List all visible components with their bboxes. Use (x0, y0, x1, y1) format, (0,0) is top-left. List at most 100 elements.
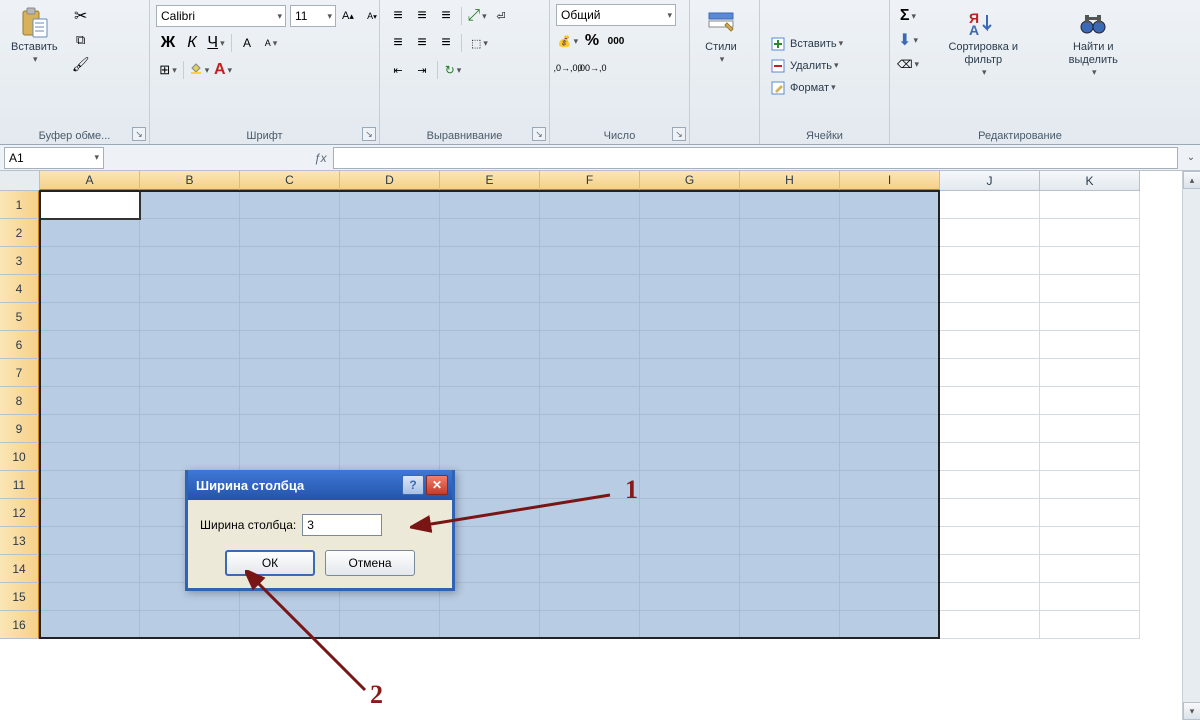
cell[interactable] (40, 303, 140, 331)
copy-button[interactable]: ⧉ (70, 29, 92, 51)
row-header[interactable]: 8 (0, 387, 40, 415)
cell[interactable] (740, 583, 840, 611)
cell[interactable] (740, 443, 840, 471)
cell[interactable] (1040, 415, 1140, 443)
cell[interactable] (440, 219, 540, 247)
cell[interactable] (240, 415, 340, 443)
cell[interactable] (1040, 331, 1140, 359)
underline-button[interactable]: Ч▾ (205, 32, 227, 54)
cell[interactable] (1040, 303, 1140, 331)
row-header[interactable]: 14 (0, 555, 40, 583)
align-center-button[interactable]: ≡ (411, 32, 433, 54)
cell[interactable] (640, 387, 740, 415)
formula-input[interactable] (333, 147, 1178, 169)
cell[interactable] (540, 583, 640, 611)
cell[interactable] (740, 471, 840, 499)
accounting-format-button[interactable]: 💰▾ (557, 30, 579, 52)
column-header[interactable]: J (940, 171, 1040, 191)
cell[interactable] (340, 443, 440, 471)
cell[interactable] (540, 275, 640, 303)
cell[interactable] (240, 303, 340, 331)
cell[interactable] (340, 191, 440, 219)
cell[interactable] (40, 443, 140, 471)
cell[interactable] (540, 527, 640, 555)
cell[interactable] (740, 275, 840, 303)
borders-button[interactable]: ⊞▾ (157, 59, 179, 81)
cell[interactable] (940, 611, 1040, 639)
cell[interactable] (40, 499, 140, 527)
cell[interactable] (40, 611, 140, 639)
cell[interactable] (140, 219, 240, 247)
row-header[interactable]: 11 (0, 471, 40, 499)
cell[interactable] (840, 387, 940, 415)
cell[interactable] (440, 611, 540, 639)
font-name-combo[interactable]: Calibri (156, 5, 286, 27)
cell[interactable] (40, 555, 140, 583)
autosum-button[interactable]: Σ▾ (897, 5, 919, 27)
cell[interactable] (940, 555, 1040, 583)
cell[interactable] (940, 359, 1040, 387)
cell[interactable] (740, 331, 840, 359)
cell[interactable] (40, 527, 140, 555)
scroll-up-button[interactable]: ▴ (1183, 171, 1200, 189)
cell[interactable] (740, 247, 840, 275)
row-header[interactable]: 16 (0, 611, 40, 639)
cell[interactable] (740, 359, 840, 387)
column-header[interactable]: G (640, 171, 740, 191)
clear-button[interactable]: ⌫▾ (897, 53, 919, 75)
column-header[interactable]: H (740, 171, 840, 191)
cell[interactable] (240, 359, 340, 387)
cut-button[interactable]: ✂ (70, 5, 92, 27)
cell[interactable] (740, 527, 840, 555)
cell[interactable] (440, 583, 540, 611)
cell[interactable] (740, 555, 840, 583)
number-format-combo[interactable]: Общий (556, 4, 676, 26)
dialog-close-button[interactable]: ✕ (426, 475, 448, 495)
cell[interactable] (540, 219, 640, 247)
percent-button[interactable]: % (581, 30, 603, 52)
cell[interactable] (940, 443, 1040, 471)
cell[interactable] (640, 611, 740, 639)
cell[interactable] (1040, 191, 1140, 219)
fx-icon[interactable]: ƒx (314, 151, 327, 165)
cell[interactable] (440, 499, 540, 527)
cell[interactable] (840, 247, 940, 275)
cell[interactable] (640, 499, 740, 527)
cell[interactable] (740, 387, 840, 415)
expand-formula-button[interactable]: ⌄ (1182, 152, 1200, 163)
cells-area[interactable] (40, 191, 1182, 720)
cell[interactable] (1040, 555, 1140, 583)
dialog-titlebar[interactable]: Ширина столбца ? ✕ (188, 470, 452, 500)
cell[interactable] (340, 275, 440, 303)
cell[interactable] (940, 275, 1040, 303)
paste-button[interactable]: Вставить ▾ (6, 4, 63, 68)
cell[interactable] (440, 359, 540, 387)
cell[interactable] (840, 527, 940, 555)
cell[interactable] (340, 219, 440, 247)
scroll-down-button[interactable]: ▾ (1183, 702, 1200, 720)
decrease-decimal-button[interactable]: ,00→,0 (581, 57, 603, 79)
cell[interactable] (140, 443, 240, 471)
row-header[interactable]: 10 (0, 443, 40, 471)
ok-button[interactable]: ОК (225, 550, 315, 576)
increase-font-button[interactable]: A (236, 32, 258, 54)
cell[interactable] (640, 247, 740, 275)
cell[interactable] (140, 275, 240, 303)
cell[interactable] (40, 387, 140, 415)
text-direction-button[interactable]: ↻▾ (442, 59, 464, 81)
select-all-button[interactable] (0, 171, 40, 191)
cell[interactable] (640, 331, 740, 359)
row-header[interactable]: 2 (0, 219, 40, 247)
cell[interactable] (640, 443, 740, 471)
cell[interactable] (240, 219, 340, 247)
cell[interactable] (40, 583, 140, 611)
cell[interactable] (340, 247, 440, 275)
cell-styles-button[interactable]: Стили ▾ (696, 4, 746, 68)
cell[interactable] (540, 359, 640, 387)
column-header[interactable]: E (440, 171, 540, 191)
dialog-launcher-alignment[interactable]: ↘ (532, 127, 546, 141)
cell[interactable] (40, 471, 140, 499)
name-box[interactable]: A1 (4, 147, 104, 169)
cell[interactable] (140, 303, 240, 331)
cell[interactable] (640, 527, 740, 555)
